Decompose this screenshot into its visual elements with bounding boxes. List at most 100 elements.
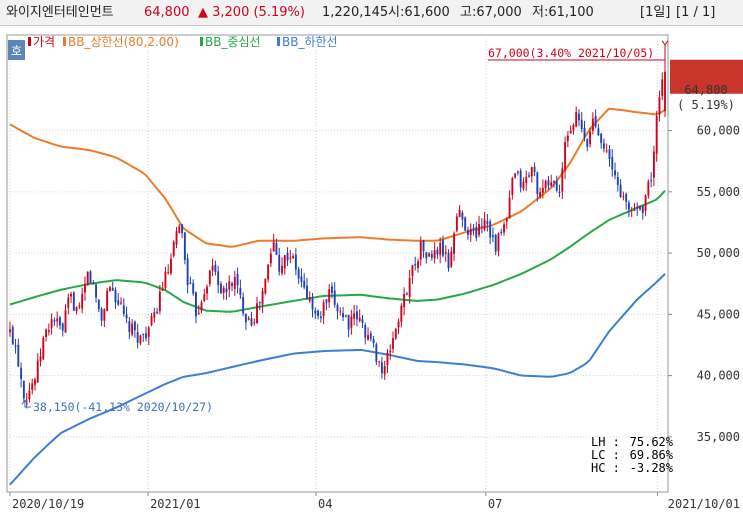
candle-body: [364, 325, 367, 338]
candle-body: [644, 195, 647, 211]
candle-body: [131, 323, 134, 335]
candle-body: [522, 181, 525, 189]
candle-body: [630, 210, 633, 212]
candle-body: [458, 209, 461, 217]
candle-body: [247, 318, 250, 320]
y-tick-label: 50,000: [697, 246, 740, 260]
candle-body: [56, 318, 59, 322]
candle-body: [394, 328, 397, 339]
candle-body: [500, 231, 503, 233]
candle-body: [111, 287, 114, 291]
candle-body: [142, 334, 145, 336]
y-tick-label: 55,000: [697, 185, 740, 199]
candle-body: [114, 289, 117, 303]
candle-body: [608, 149, 611, 159]
candle-body: [181, 224, 184, 234]
candle-body: [42, 337, 45, 360]
candle-body: [75, 307, 78, 312]
candle-body: [641, 206, 644, 213]
candle-body: [405, 293, 408, 295]
candle-body: [655, 116, 658, 154]
x-tick-label: 04: [318, 497, 332, 511]
candle-body: [170, 258, 172, 274]
candle-body: [186, 258, 189, 285]
low-annotation: 38,150(-41.13% 2020/10/27): [33, 400, 213, 414]
candle-body: [164, 271, 167, 288]
candle-body: [325, 299, 328, 303]
candle-body: [47, 330, 50, 332]
legend-bb-lower: BB_하한선: [282, 35, 338, 49]
candle-body: [652, 151, 655, 178]
candle-body: [222, 287, 225, 293]
candle-body: [145, 333, 147, 339]
candle-body: [350, 316, 353, 328]
candle-body: [236, 274, 239, 286]
candle-body: [392, 338, 394, 349]
candle-body: [569, 130, 572, 134]
candle-body: [594, 116, 597, 127]
candle-body: [375, 344, 378, 362]
candle-body: [328, 289, 331, 303]
candle-body: [453, 233, 456, 255]
candle-body: [541, 187, 544, 193]
candle-body: [258, 301, 261, 303]
candle-body: [333, 290, 336, 305]
candle-body: [147, 327, 150, 337]
candle-body: [306, 285, 308, 299]
candle-body: [219, 283, 222, 294]
candle-body: [300, 276, 303, 282]
candle-body: [133, 321, 136, 331]
stats-box: LH :75.62% LC :69.86% HC : -3.28%: [591, 435, 674, 475]
candle-body: [422, 240, 425, 252]
candle-body: [378, 361, 381, 363]
candle-body: [214, 264, 217, 272]
candle-body: [475, 227, 478, 238]
legend-marker-lower: [277, 37, 280, 46]
candle-body: [497, 233, 500, 251]
open-price: 시:61,600: [388, 5, 450, 20]
candle-body: [547, 180, 550, 186]
candle-body: [233, 276, 236, 289]
y-tick-label: 40,000: [697, 369, 740, 383]
candle-body: [283, 255, 286, 269]
candle-body: [544, 180, 547, 188]
candle-body: [564, 142, 567, 171]
high-price: 고:67,000: [460, 5, 522, 20]
candle-body: [430, 254, 433, 258]
candle-body: [11, 326, 14, 345]
candle-body: [36, 360, 39, 383]
candle-body: [28, 390, 31, 399]
candle-body: [516, 171, 519, 173]
candle-body: [461, 212, 464, 220]
candle-body: [519, 170, 522, 188]
candle-body: [625, 193, 628, 202]
period-selector[interactable]: [1일]: [640, 0, 670, 26]
candle-body: [125, 314, 128, 319]
stat-lh: LH :75.62%: [591, 435, 674, 449]
candle-body: [414, 264, 417, 266]
candle-body: [561, 168, 564, 192]
candle-body: [525, 177, 528, 184]
candle-body: [386, 352, 389, 365]
candle-body: [661, 79, 664, 96]
candle-body: [183, 232, 186, 260]
candle-body: [314, 310, 317, 314]
candle-body: [156, 311, 159, 314]
last-price-change: ( 5.19%): [677, 98, 735, 112]
candle-body: [150, 316, 153, 326]
candle-body: [369, 333, 372, 339]
candle-body: [89, 271, 92, 283]
candle-body: [627, 202, 630, 210]
candle-body: [480, 226, 483, 228]
high-annotation: 67,000(3.40% 2021/10/05): [488, 46, 654, 60]
candle-body: [339, 311, 342, 313]
candle-body: [469, 228, 472, 235]
candle-body: [289, 257, 292, 259]
candle-body: [550, 182, 553, 186]
candle-body: [353, 313, 356, 319]
candle-body: [489, 221, 492, 238]
candle-body: [261, 290, 264, 305]
candle-body: [436, 249, 439, 255]
candle-body: [167, 272, 170, 274]
candle-body: [611, 157, 614, 170]
